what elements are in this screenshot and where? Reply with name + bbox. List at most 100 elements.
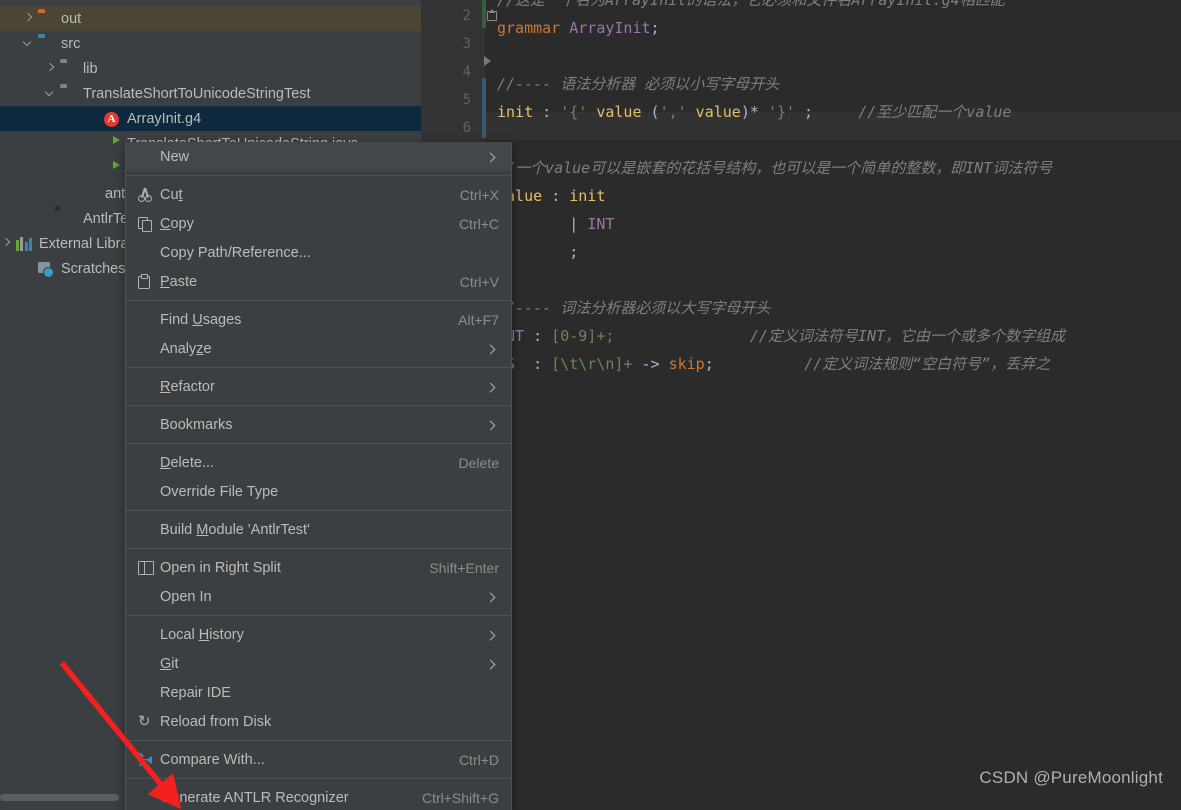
menu-separator <box>126 615 511 616</box>
menu-item-cut[interactable]: Cut Ctrl+X <box>126 180 511 209</box>
menu-separator <box>126 300 511 301</box>
code-token: //---- 语法分析器 必须以小写字母开头 <box>497 75 780 93</box>
menu-item-label: Compare With... <box>160 751 265 768</box>
tree-item-arrayinit-g4[interactable]: A ArrayInit.g4 <box>0 106 421 131</box>
chevron-right-icon[interactable] <box>0 238 11 249</box>
menu-item-label: Open In <box>160 588 212 605</box>
menu-item-analyze[interactable]: Analyze <box>126 334 511 363</box>
code-line-3[interactable]: grammar ArrayInit; <box>497 14 1181 42</box>
code-line-13[interactable]: //---- 词法分析器必须以大写字母开头 <box>497 294 1181 322</box>
menu-separator <box>126 405 511 406</box>
tree-item-label: lib <box>83 60 98 77</box>
jar-icon <box>82 186 99 202</box>
menu-item-reload-from-disk[interactable]: ↻ Reload from Disk <box>126 707 511 736</box>
menu-item-git[interactable]: Git <box>126 649 511 678</box>
code-line-2[interactable]: //这是一个名为ArrayInit的语法，它必须和文件名ArrayInit.g4… <box>497 0 1181 14</box>
tree-twisty-placeholder <box>44 213 55 224</box>
code-line-12[interactable] <box>497 266 1181 294</box>
code-token: skip <box>668 355 705 373</box>
code-token: //---- 词法分析器必须以大写字母开头 <box>497 299 771 317</box>
menu-item-local-history[interactable]: Local History <box>126 620 511 649</box>
code-token: ',' <box>659 103 687 121</box>
run-grammar-gutter-icon[interactable] <box>484 56 491 66</box>
file-context-menu[interactable]: New Cut Ctrl+X Copy Ctrl+C Copy Path/Referenc… <box>125 142 512 810</box>
menu-separator <box>126 778 511 779</box>
menu-item-bookmarks[interactable]: Bookmarks <box>126 410 511 439</box>
tree-item-label: .idea <box>61 0 92 2</box>
code-token: //定义词法符号INT，它由一个或多个数字组成 <box>749 327 1066 345</box>
code-line-14[interactable]: INT : [0-9]+; //定义词法符号INT，它由一个或多个数字组成 <box>497 322 1181 350</box>
line-number: 6 <box>462 120 471 136</box>
code-token: : <box>551 187 570 205</box>
menu-item-refactor[interactable]: Refactor <box>126 372 511 401</box>
chevron-down-icon[interactable] <box>22 38 33 49</box>
code-token: ; <box>795 103 859 121</box>
code-line-11[interactable]: ; <box>497 238 1181 266</box>
menu-item-open-in-right-split[interactable]: Open in Right Split Shift+Enter <box>126 553 511 582</box>
project-panel-horizontal-scrollbar[interactable] <box>0 794 119 801</box>
menu-item-label: Copy Path/Reference... <box>160 244 311 261</box>
code-line-5[interactable]: //---- 语法分析器 必须以小写字母开头 <box>497 70 1181 98</box>
code-token: //这是一个名为ArrayInit的语法，它必须和文件名ArrayInit.g4… <box>497 0 1005 9</box>
menu-separator <box>126 443 511 444</box>
menu-item-copy-path-reference[interactable]: Copy Path/Reference... <box>126 238 511 267</box>
menu-item-open-in[interactable]: Open In <box>126 582 511 611</box>
tree-item-label: ArrayInit.g4 <box>127 110 202 127</box>
menu-item-shortcut: Ctrl+C <box>458 215 499 232</box>
menu-item-copy[interactable]: Copy Ctrl+C <box>126 209 511 238</box>
menu-item-override-file-type[interactable]: Override File Type <box>126 477 511 506</box>
menu-item-new[interactable]: New <box>126 142 511 171</box>
menu-item-paste[interactable]: Paste Ctrl+V <box>126 267 511 296</box>
menu-item-label: Delete... <box>160 454 215 471</box>
tree-item-lib[interactable]: lib <box>0 56 421 81</box>
code-line-6[interactable]: init : '{' value (',' value)* '}' ; //至少… <box>497 98 1181 126</box>
compare-icon <box>138 752 160 766</box>
code-token: ( <box>650 103 660 121</box>
chevron-right-icon[interactable] <box>22 13 33 24</box>
cut-icon <box>138 188 160 202</box>
menu-item-shortcut: Ctrl+V <box>459 273 499 290</box>
code-line-7[interactable] <box>497 126 1181 154</box>
chevron-down-icon[interactable] <box>44 88 55 99</box>
menu-item-shortcut: Delete <box>458 454 499 471</box>
menu-item-delete[interactable]: Delete... Delete <box>126 448 511 477</box>
code-editor[interactable]: 2 3 4 5 6 //语法文件以grammar关键字开头//这是一个名为ArrayIn… <box>421 0 1181 810</box>
code-fold-icon[interactable] <box>485 9 497 21</box>
code-token: ArrayInit <box>569 19 651 37</box>
menu-separator <box>126 175 511 176</box>
line-number: 2 <box>462 8 471 24</box>
tree-twisty-placeholder <box>88 113 99 124</box>
copy-icon <box>138 216 160 232</box>
code-content[interactable]: //语法文件以grammar关键字开头//这是一个名为ArrayInit的语法，… <box>497 0 1181 810</box>
code-line-8[interactable]: //一个value可以是嵌套的花括号结构，也可以是一个简单的整数，即INT词法符… <box>497 154 1181 182</box>
menu-item-label: Open in Right Split <box>160 559 281 576</box>
code-token: )* <box>740 103 768 121</box>
code-line-15[interactable]: WS : [\t\r\n]+ -> skip; //定义词法规则“空白符号”，丢… <box>497 350 1181 378</box>
menu-item-label: Repair IDE <box>160 684 231 701</box>
iml-file-icon <box>60 211 77 227</box>
code-token: ; <box>650 19 660 37</box>
menu-item-build-module-antlrtest[interactable]: Build Module 'AntlrTest' <box>126 515 511 544</box>
code-token: : <box>524 355 552 373</box>
code-token: value <box>686 103 741 121</box>
code-line-4[interactable] <box>497 42 1181 70</box>
tree-item-out[interactable]: out <box>0 6 421 31</box>
tree-item-translateshorttounicodestringtest[interactable]: TranslateShortToUnicodeStringTest <box>0 81 421 106</box>
menu-item-generate-antlr-recognizer[interactable]: Generate ANTLR Recognizer Ctrl+Shift+G <box>126 783 511 810</box>
menu-item-repair-ide[interactable]: Repair IDE <box>126 678 511 707</box>
menu-item-compare-with[interactable]: Compare With... Ctrl+D <box>126 745 511 774</box>
chevron-right-icon[interactable] <box>44 63 55 74</box>
menu-item-label: New <box>160 148 190 165</box>
menu-item-shortcut: Ctrl+X <box>459 186 499 203</box>
code-token: INT <box>587 215 615 233</box>
code-line-9[interactable]: value : init <box>497 182 1181 210</box>
menu-item-label: Paste <box>160 273 198 290</box>
tree-item-src[interactable]: src <box>0 31 421 56</box>
menu-item-label: Cut <box>160 186 183 203</box>
menu-item-find-usages[interactable]: Find Usages Alt+F7 <box>126 305 511 334</box>
menu-separator <box>126 367 511 368</box>
menu-item-label: Analyze <box>160 340 212 357</box>
code-line-10[interactable]: | INT <box>497 210 1181 238</box>
menu-item-label: Git <box>160 655 179 672</box>
